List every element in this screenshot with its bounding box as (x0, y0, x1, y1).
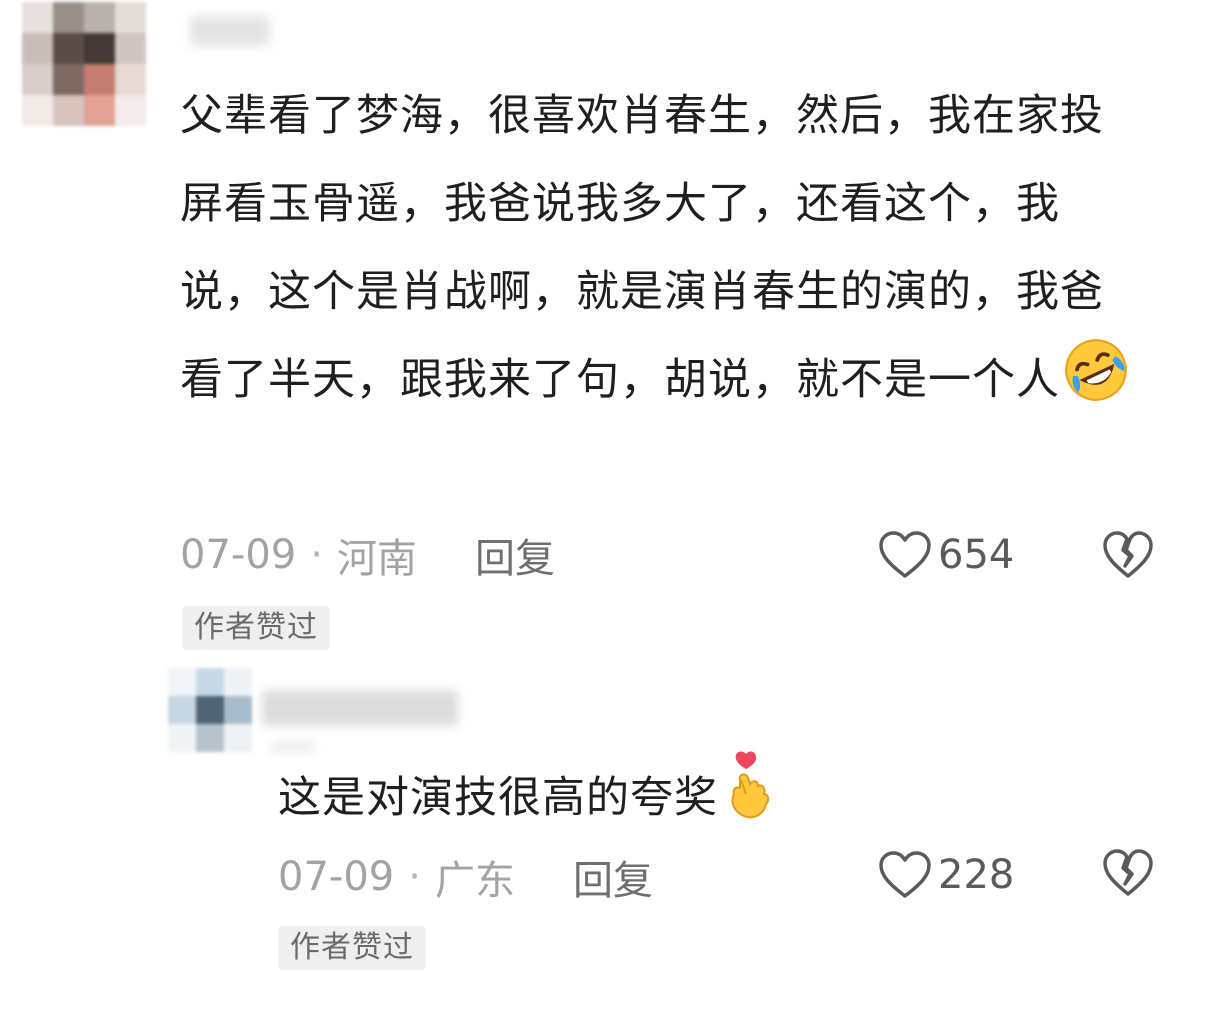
reply-like-button[interactable]: 228 (878, 850, 1014, 900)
finger-heart-emoji (720, 750, 778, 852)
rolling-on-floor-laughing-emoji (1062, 336, 1130, 434)
reply-location: 广东 (434, 858, 515, 904)
reply-meta: 07-09 · 广东 回复 (278, 852, 653, 904)
comment-meta: 07-09 · 河南 回复 (180, 530, 555, 582)
reply-button[interactable]: 回复 (573, 848, 653, 906)
meta-separator: · (408, 854, 421, 900)
commenter-username[interactable] (190, 16, 270, 46)
comment-location: 河南 (336, 536, 417, 582)
meta-separator: · (310, 532, 323, 578)
reply-date: 07-09 (278, 854, 395, 900)
broken-heart-outline-icon (1103, 531, 1153, 578)
reply-like-count: 228 (938, 852, 1015, 898)
reply-button[interactable]: 回复 (475, 526, 555, 584)
reply-dislike-button[interactable] (1102, 848, 1154, 902)
like-count: 654 (938, 532, 1015, 578)
heart-outline-icon (879, 851, 931, 898)
reply-commenter-avatar[interactable] (168, 668, 252, 752)
reply-commenter-username[interactable] (262, 690, 458, 726)
comment-text: 父辈看了梦海，很喜欢肖春生，然后，我在家投屏看玉骨遥，我爸说我多大了，还看这个，… (180, 72, 1130, 434)
commenter-avatar[interactable] (22, 2, 146, 126)
author-liked-badge: 作者赞过 (278, 926, 426, 970)
broken-heart-outline-icon (1103, 849, 1153, 896)
dislike-button[interactable] (1102, 530, 1154, 584)
like-button[interactable]: 654 (878, 530, 1014, 580)
author-liked-badge: 作者赞过 (182, 606, 330, 650)
reply-comment-text: 这是对演技很高的夸奖 (278, 750, 1178, 852)
heart-outline-icon (879, 531, 931, 578)
comment-date: 07-09 (180, 532, 297, 578)
